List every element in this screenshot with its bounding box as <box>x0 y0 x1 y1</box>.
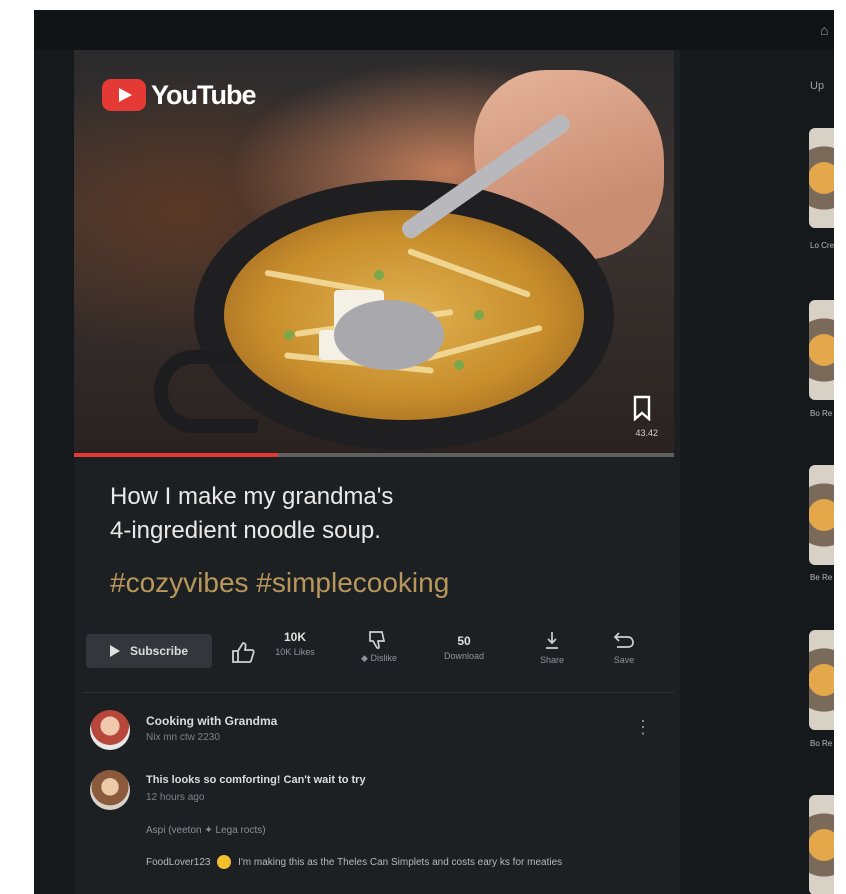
sidebar-item-title[interactable]: Lo Cre <box>810 240 834 251</box>
pot-handle-image <box>154 350 258 433</box>
share-button[interactable]: Share <box>522 630 582 676</box>
comment-time: 12 hours ago <box>146 792 205 803</box>
share-label: Share <box>539 655 565 665</box>
bookmark-icon[interactable] <box>632 395 652 421</box>
video-title-line1: How I make my grandma's <box>110 483 394 510</box>
video-title-line2: 4-ingredient noodle soup. <box>110 517 381 544</box>
reply-text: I'm making this as the Theles Can Simple… <box>238 857 563 868</box>
comment-text: This looks so comforting! Can't wait to … <box>146 774 366 786</box>
like-label: 10K Likes <box>275 647 315 657</box>
download-button[interactable]: 50 Download <box>426 630 502 676</box>
channel-avatar[interactable] <box>90 710 130 750</box>
youtube-logo: YouTube <box>102 78 256 112</box>
dislike-button[interactable]: ◆ Dislike <box>344 630 414 676</box>
sidebar-heading: Up <box>810 80 825 92</box>
comment-item: This looks so comforting! Can't wait to … <box>90 770 650 820</box>
download-label: Download <box>443 651 485 661</box>
sidebar-thumbnail[interactable] <box>809 128 834 228</box>
like-button[interactable]: 10K 10K Likes <box>230 630 326 676</box>
more-vert-icon[interactable]: ⋮ <box>634 718 652 736</box>
sidebar-item-title[interactable]: Be Re <box>810 572 832 583</box>
download-icon <box>546 632 558 649</box>
sidebar-item-title[interactable]: Bo Re <box>810 738 832 749</box>
play-icon <box>109 645 120 657</box>
sidebar-thumbnail[interactable] <box>809 795 834 894</box>
subscribe-label: Subscribe <box>129 644 189 658</box>
channel-row: Cooking with Grandma Nix mn ctw 2230 ⋮ <box>90 710 652 756</box>
notification-icon[interactable]: ⌂ <box>820 22 832 38</box>
thumbs-down-icon <box>369 631 386 649</box>
top-bar: ⌂ <box>34 10 834 50</box>
video-hashtags[interactable]: #cozyvibes #simplecooking <box>110 566 449 600</box>
bookmark-label: 43.42 <box>635 428 658 438</box>
app-window: ⌂ YouTube 43.42 How I make my grandma's … <box>34 10 834 894</box>
video-title: How I make my grandma's 4-ingredient noo… <box>110 480 630 548</box>
sidebar-thumbnail[interactable] <box>809 300 834 400</box>
sidebar-thumbnail[interactable] <box>809 465 834 565</box>
reply-comment: FoodLover123 I'm making this as the Thel… <box>146 855 646 870</box>
download-count: 50 <box>457 634 471 648</box>
save-icon <box>613 632 634 648</box>
sidebar-thumbnail[interactable] <box>809 630 834 730</box>
commenter-avatar[interactable] <box>90 770 130 810</box>
save-button[interactable]: Save <box>594 630 654 676</box>
subscribe-button[interactable]: Subscribe <box>86 634 212 668</box>
like-count: 10K <box>283 630 306 644</box>
save-label: Save <box>613 655 635 665</box>
youtube-logo-icon <box>102 79 146 111</box>
up-next-sidebar: Up Lo Cre Bo Re Be Re Bo Re <box>801 50 834 894</box>
emoji-icon <box>217 855 232 870</box>
divider <box>82 692 674 693</box>
channel-name[interactable]: Cooking with Grandma <box>146 714 277 728</box>
progress-bar[interactable] <box>74 453 674 457</box>
reply-meta[interactable]: Aspi (veeton ✦ Lega rocts) <box>146 825 266 836</box>
action-bar: Subscribe 10K 10K Likes ◆ Dislike 50 Dow… <box>86 628 666 678</box>
progress-fill <box>74 453 278 457</box>
dislike-label: ◆ Dislike <box>361 653 397 663</box>
sidebar-item-title[interactable]: Bo Re <box>810 408 832 419</box>
spoon-image <box>334 300 444 370</box>
channel-meta: Nix mn ctw 2230 <box>146 732 220 743</box>
reply-author[interactable]: FoodLover123 <box>146 857 211 868</box>
video-player[interactable]: YouTube 43.42 <box>74 50 674 455</box>
thumbs-up-icon <box>232 642 255 663</box>
youtube-logo-text: YouTube <box>151 79 256 110</box>
